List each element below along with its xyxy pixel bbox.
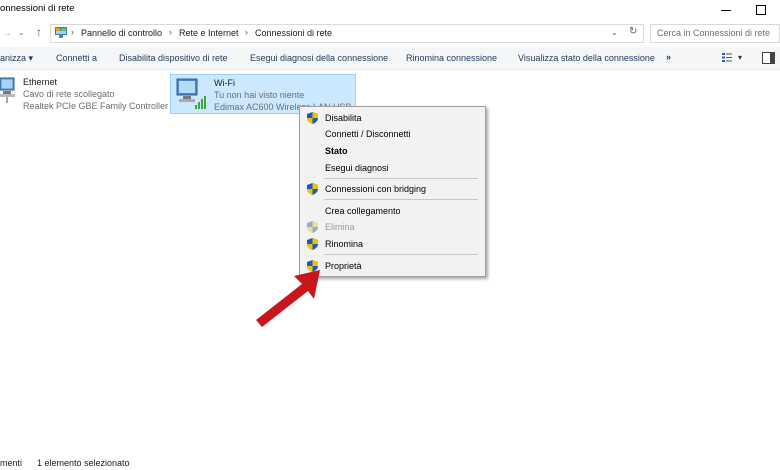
connect-to-button[interactable]: Connetti a [56,53,97,63]
wifi-name: Wi-Fi [214,78,235,88]
more-commands-button[interactable]: » [666,52,671,62]
breadcrumb-separator-icon: › [245,27,248,37]
status-bar: menti 1 elemento selezionato [0,455,780,470]
ethernet-status: Cavo di rete scollegato [23,89,115,99]
recent-locations-chevron-icon[interactable]: ⌄ [18,28,25,37]
red-pointer-arrow-icon [256,270,320,327]
menu-item-label: Connessioni con bridging [325,184,427,194]
menu-item-label: Rinomina [325,239,364,249]
uac-shield-icon [307,183,318,195]
item-count: menti [0,458,23,468]
wifi-status: Tu non hai visto niente [214,90,305,100]
menu-item-label: Proprietà [325,261,362,271]
menu-separator [324,178,478,179]
control-panel-icon [55,27,67,38]
menu-separator [324,254,478,255]
organize-button[interactable]: anizza ▾ [0,53,33,64]
breadcrumb-control-panel[interactable]: Pannello di controllo [81,28,162,38]
menu-item-label: Stato [325,146,348,156]
organize-label: anizza [0,53,27,63]
menu-separator [324,199,478,200]
breadcrumb-network-connections[interactable]: Connessioni di rete [255,28,332,38]
uac-shield-icon [307,238,318,250]
menu-item-rename[interactable]: Rinomina [300,236,485,252]
breadcrumb-separator-icon: › [71,27,74,37]
refresh-icon[interactable]: ↻ [629,26,637,37]
change-view-icon[interactable] [722,53,732,62]
rename-connection-button[interactable]: Rinomina connessione [406,53,497,63]
forward-icon[interactable]: → [2,28,12,39]
menu-item-label: Esegui diagnosi [325,163,389,173]
up-arrow-icon[interactable]: ↑ [32,25,46,39]
diagnose-connection-button[interactable]: Esegui diagnosi della connessione [250,53,388,63]
menu-item-label: Crea collegamento [325,206,401,216]
preview-pane-icon[interactable] [762,52,775,64]
ethernet-name: Ethernet [23,77,58,87]
context-menu: Disabilita Connetti / Disconnetti Stato … [299,106,486,277]
menu-item-label: Elimina [325,222,355,232]
ethernet-adapter-icon [0,77,15,103]
view-status-button[interactable]: Visualizza stato della connessione [518,53,655,63]
menu-item-create-shortcut[interactable]: Crea collegamento [300,203,485,219]
menu-item-label: Connetti / Disconnetti [325,129,411,139]
menu-item-bridge-connections[interactable]: Connessioni con bridging [300,181,485,197]
menu-item-disable[interactable]: Disabilita [300,110,485,126]
selection-count: 1 elemento selezionato [37,458,130,468]
menu-item-status[interactable]: Stato [300,143,485,159]
minimize-button[interactable] [715,2,737,18]
wifi-adapter-icon [176,78,206,109]
chevron-down-icon: ▾ [28,53,34,63]
command-bar: anizza ▾ Connetti a Disabilita dispositi… [0,47,780,70]
maximize-button[interactable] [750,2,772,18]
connection-item-ethernet[interactable]: Ethernet Cavo di rete scollegato Realtek… [0,74,168,114]
disable-device-button[interactable]: Disabilita dispositivo di rete [119,53,228,63]
breadcrumb-separator-icon: › [169,27,172,37]
menu-item-diagnose[interactable]: Esegui diagnosi [300,160,485,176]
menu-item-label: Disabilita [325,113,362,123]
view-options-chevron-icon[interactable]: ▾ [738,53,742,62]
address-dropdown-chevron-icon[interactable]: ⌄ [611,28,618,37]
search-placeholder: Cerca in Connessioni di rete [657,28,771,38]
ethernet-device: Realtek PCIe GBE Family Controller [23,101,169,111]
search-input[interactable]: Cerca in Connessioni di rete [650,24,780,43]
uac-shield-icon [307,221,318,233]
window-title: onnessioni di rete [0,3,75,14]
address-bar[interactable]: › Pannello di controllo › Rete e Interne… [50,24,644,43]
menu-item-connect-disconnect[interactable]: Connetti / Disconnetti [300,126,485,142]
title-bar: onnessioni di rete [0,0,780,22]
uac-shield-icon [307,112,318,124]
breadcrumb-network-internet[interactable]: Rete e Internet [179,28,239,38]
menu-item-delete: Elimina [300,219,485,235]
